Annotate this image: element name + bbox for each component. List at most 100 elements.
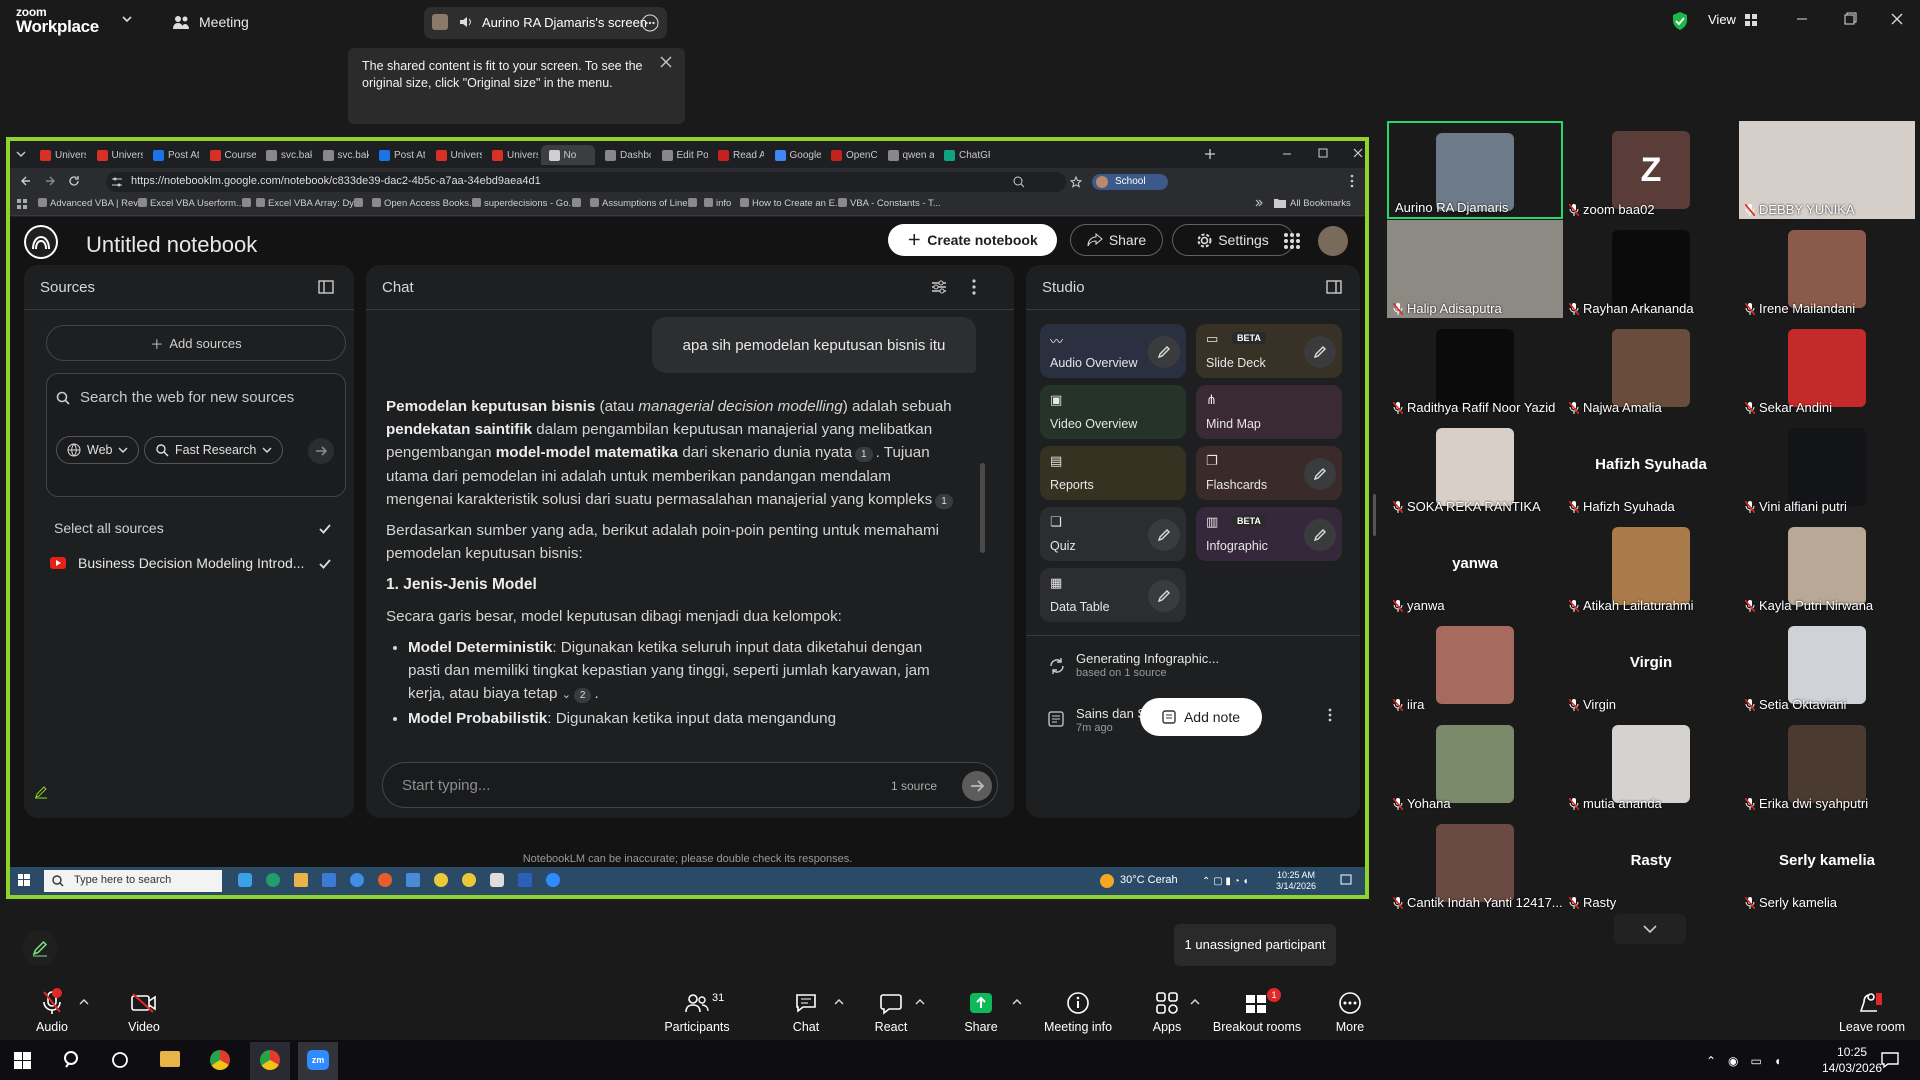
bookmark-item[interactable]: Assumptions of Line... (590, 198, 695, 209)
participants-button[interactable]: Participants (652, 990, 742, 1034)
participant-tile[interactable]: Najwa Amalia (1563, 319, 1739, 417)
participant-tile[interactable]: Vini alfiani putri (1739, 418, 1915, 516)
edit-button[interactable] (1148, 580, 1180, 612)
participant-tile[interactable]: Setia Oktaviani (1739, 616, 1915, 714)
edit-button[interactable] (1304, 519, 1336, 551)
browser-tab[interactable]: Edit Po (654, 145, 708, 165)
tile-data-table[interactable]: ▦ Data Table (1040, 568, 1186, 622)
taskbar-search[interactable]: Type here to search (44, 870, 222, 892)
citation-chip[interactable]: 2 (573, 688, 592, 704)
zoom-page-icon[interactable] (1013, 176, 1025, 188)
source-checkbox[interactable] (318, 557, 332, 571)
view-menu[interactable]: View (1708, 12, 1736, 27)
all-bookmarks[interactable]: All Bookmarks (1290, 198, 1351, 209)
new-tab-icon[interactable] (1204, 148, 1216, 160)
chevron-down-icon[interactable]: ⌄ (562, 689, 571, 701)
task-view-icon[interactable] (110, 1050, 130, 1070)
edit-pencil-icon[interactable] (34, 785, 48, 799)
bookmarks-overflow-icon[interactable] (1254, 198, 1264, 208)
bookmark-item[interactable] (688, 198, 700, 209)
maximize-icon[interactable] (1843, 12, 1857, 26)
share-button[interactable]: Share (936, 990, 1026, 1034)
participant-tile[interactable]: Halip Adisaputra (1387, 220, 1563, 318)
chevron-down-icon[interactable] (121, 14, 133, 24)
folder-icon[interactable] (294, 873, 308, 887)
meeting-tab[interactable]: Meeting (199, 14, 249, 30)
tile-video-overview[interactable]: ▣ Video Overview (1040, 385, 1186, 439)
select-all-checkbox[interactable] (318, 522, 332, 536)
bookmark-star-icon[interactable] (1070, 176, 1082, 188)
submit-search-button[interactable] (308, 438, 334, 464)
participant-tile[interactable]: Atikah Lailaturahmi (1563, 517, 1739, 615)
security-shield-icon[interactable] (1671, 11, 1689, 31)
google-apps-icon[interactable] (1284, 233, 1300, 249)
notebook-title[interactable]: Untitled notebook (86, 232, 257, 258)
tile-slide-deck[interactable]: ▭ BETA Slide Deck (1196, 324, 1342, 378)
add-sources-button[interactable]: ＋ Add sources (46, 325, 346, 361)
tile-quiz[interactable]: ❏ Quiz (1040, 507, 1186, 561)
collapse-panel-icon[interactable] (1326, 279, 1342, 295)
minimize-icon[interactable] (1795, 12, 1809, 26)
chat-scrollbar[interactable] (980, 463, 985, 553)
participant-tile[interactable]: Irene Mailandani (1739, 220, 1915, 318)
store-icon[interactable] (322, 873, 336, 887)
participant-tile[interactable]: Zzoom baa02 (1563, 121, 1739, 219)
bookmark-item[interactable]: superdecisions - Go... (472, 198, 576, 209)
participant-tile[interactable]: Erika dwi syahputri (1739, 715, 1915, 813)
share-options-icon[interactable] (1012, 998, 1022, 1006)
participant-tile[interactable]: Rayhan Arkananda (1563, 220, 1739, 318)
app-icon[interactable] (378, 873, 392, 887)
forward-icon[interactable] (44, 175, 56, 187)
more-options-icon[interactable] (641, 14, 659, 32)
chrome-icon[interactable] (462, 873, 476, 887)
chrome-icon[interactable] (260, 1050, 280, 1070)
app-icon[interactable] (406, 873, 420, 887)
site-info-icon[interactable] (111, 176, 123, 188)
search-icon[interactable] (62, 1050, 82, 1070)
browser-tab[interactable]: svc.bak (315, 145, 369, 165)
apps-grid-icon[interactable] (16, 198, 28, 210)
bookmark-item[interactable]: VBA - Constants - T... (838, 198, 941, 209)
browser-tab[interactable]: qwen a (880, 145, 934, 165)
participant-tile[interactable]: Rasty Rasty (1563, 814, 1739, 912)
more-button[interactable]: More (1305, 990, 1395, 1034)
tune-icon[interactable] (931, 280, 947, 294)
zoom-app-icon[interactable]: zm (307, 1050, 329, 1070)
browser-tab[interactable]: Post At (371, 145, 425, 165)
browser-tab[interactable]: Univers (428, 145, 482, 165)
browser-tab[interactable]: Google (767, 145, 821, 165)
tile-flashcards[interactable]: ❐ Flashcards (1196, 446, 1342, 500)
browser-maximize-icon[interactable] (1318, 148, 1328, 158)
create-notebook-button[interactable]: ＋ Create notebook (888, 224, 1057, 256)
chat-options-icon[interactable] (834, 998, 844, 1006)
notification-icon[interactable] (1340, 874, 1352, 886)
zoom-logo-workplace[interactable]: Workplace (16, 17, 99, 37)
audio-options-icon[interactable] (79, 998, 89, 1006)
web-search-input[interactable]: Search the web for new sources (80, 389, 294, 406)
browser-tab[interactable]: Post At (145, 145, 199, 165)
participant-tile[interactable]: Yohana (1387, 715, 1563, 813)
browser-tab[interactable]: ChatGP (936, 145, 990, 165)
leave-room-button[interactable]: Leave room (1827, 990, 1917, 1034)
participant-tile[interactable]: yanwa yanwa (1387, 517, 1563, 615)
participant-tile[interactable]: Radithya Rafif Noor Yazid (1387, 319, 1563, 417)
participant-tile[interactable]: Virgin Virgin (1563, 616, 1739, 714)
meeting-info-button[interactable]: Meeting info (1033, 990, 1123, 1034)
windows-start-icon[interactable] (14, 1052, 31, 1069)
participant-tile[interactable]: Sekar Andini (1739, 319, 1915, 417)
bookmark-item[interactable] (354, 198, 366, 209)
browser-tab[interactable]: svc.bak (258, 145, 312, 165)
edit-button[interactable] (1304, 336, 1336, 368)
zoom-app-icon[interactable] (546, 873, 560, 887)
back-icon[interactable] (20, 175, 32, 187)
edit-button[interactable] (1148, 519, 1180, 551)
file-explorer-icon[interactable] (160, 1051, 180, 1067)
word-icon[interactable] (518, 873, 532, 887)
tile-infographic[interactable]: ▥ BETA Infographic (1196, 507, 1342, 561)
account-avatar[interactable] (1318, 226, 1348, 256)
close-icon[interactable] (660, 56, 672, 68)
breakout-rooms-button[interactable]: Breakout rooms (1212, 990, 1302, 1034)
system-clock[interactable]: 10:25 14/03/2026 (1822, 1044, 1882, 1076)
research-mode-chip[interactable]: Fast Research (144, 436, 284, 464)
chat-menu-icon[interactable] (972, 279, 976, 295)
